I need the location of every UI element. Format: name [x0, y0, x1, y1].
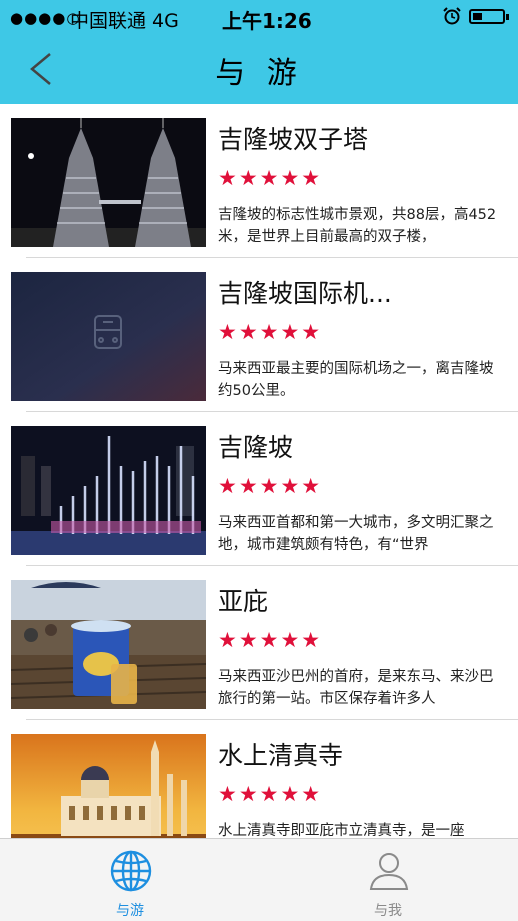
- airport-placeholder-image: [11, 272, 206, 401]
- place-description: 马来西亚最主要的国际机场之一，离吉隆坡约50公里。: [218, 361, 494, 399]
- list-item[interactable]: 吉隆坡 ★★★★★ 马来西亚首都和第一大城市，多文明汇聚之地，城市建筑颇有特色，…: [0, 412, 518, 566]
- battery-icon: [469, 9, 509, 24]
- tab-bar: 与游 与我: [0, 838, 518, 921]
- petronas-towers-photo: [11, 118, 206, 247]
- clock: 上午1:26: [222, 9, 312, 33]
- globe-icon: [110, 850, 152, 892]
- place-title: 吉隆坡: [218, 433, 294, 462]
- place-title: 亚庇: [218, 587, 269, 616]
- alarm-icon: [443, 7, 461, 25]
- tab-travel[interactable]: 与游: [70, 839, 190, 921]
- kuala-lumpur-fountain-photo: [11, 426, 206, 555]
- place-description: 马来西亚沙巴州的首府，是来东马、来沙巴旅行的第一站。市区保存着许多人: [218, 669, 494, 707]
- place-description: 吉隆坡的标志性城市景观，共88层，高452米，是世界上目前最高的双子楼，: [218, 207, 497, 245]
- place-title: 吉隆坡国际机...: [218, 279, 392, 308]
- tab-me-label: 与我: [374, 903, 402, 919]
- place-description: 马来西亚首都和第一大城市，多文明汇聚之地，城市建筑颇有特色，有“世界: [218, 515, 494, 553]
- rating-stars: ★★★★★: [218, 166, 323, 190]
- tab-me[interactable]: 与我: [328, 839, 448, 921]
- user-icon: [369, 853, 409, 890]
- list-item[interactable]: 吉隆坡国际机... ★★★★★ 马来西亚最主要的国际机场之一，离吉隆坡约50公里…: [0, 258, 518, 412]
- page-title: 与 游: [215, 56, 303, 91]
- list-item[interactable]: 亚庇 ★★★★★ 马来西亚沙巴州的首府，是来东马、来沙巴旅行的第一站。市区保存着…: [0, 566, 518, 720]
- list-item[interactable]: 吉隆坡双子塔 ★★★★★ 吉隆坡的标志性城市景观，共88层，高452米，是世界上…: [0, 104, 518, 258]
- rating-stars: ★★★★★: [218, 628, 323, 652]
- kota-kinabalu-beer-photo: [11, 580, 206, 709]
- nav-bar: ●●●●○ 中国联通 4G 上午1:26 与 游: [0, 0, 518, 104]
- tab-travel-label: 与游: [116, 903, 144, 919]
- carrier-label: 中国联通 4G: [70, 10, 179, 32]
- rating-stars: ★★★★★: [218, 474, 323, 498]
- place-title: 吉隆坡双子塔: [218, 125, 369, 154]
- rating-stars: ★★★★★: [218, 782, 323, 806]
- status-bar: ●●●●○ 中国联通 4G 上午1:26: [0, 0, 518, 36]
- rating-stars: ★★★★★: [218, 320, 323, 344]
- place-title: 水上清真寺: [218, 741, 344, 770]
